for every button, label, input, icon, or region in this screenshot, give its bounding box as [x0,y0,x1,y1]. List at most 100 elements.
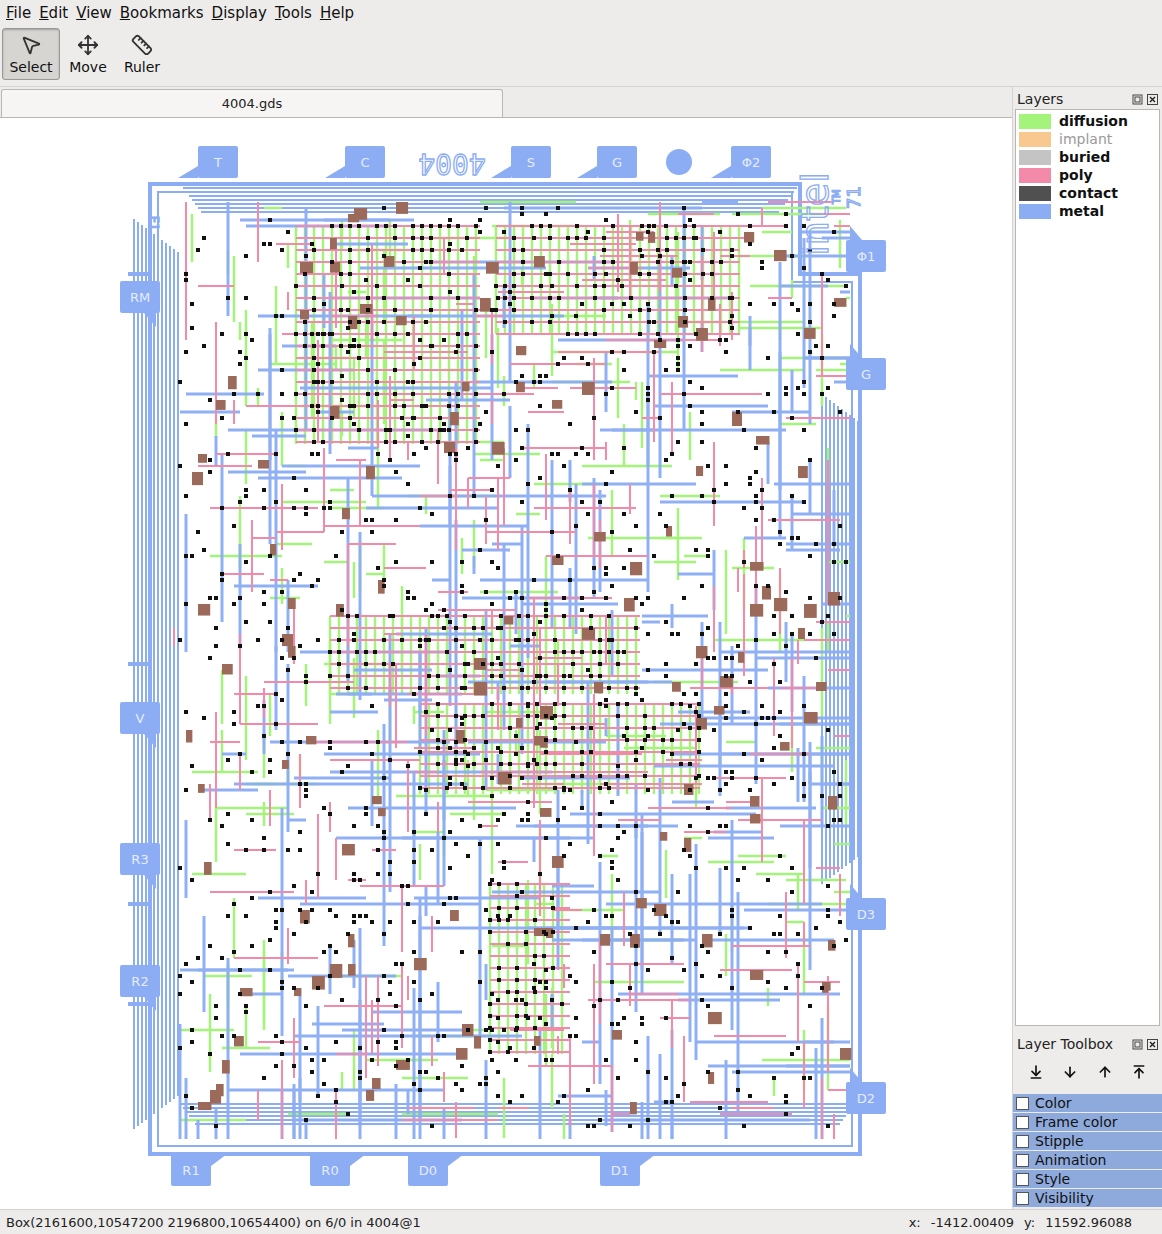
section-checkbox[interactable] [1016,1097,1029,1110]
svg-text:D0: D0 [419,1163,437,1178]
pads: T C S G Φ2 Φ1 G RM V R3 R2 R1 R0 D0 D1 D3 D2 [120,146,886,1186]
menu-item[interactable]: Tools [271,4,316,22]
bond-pad[interactable]: D1 [600,1154,656,1186]
bond-pad[interactable]: D0 [408,1154,464,1186]
bond-pad[interactable]: D3 [846,884,886,930]
bond-pad[interactable]: C [325,146,385,178]
main-column: 4004.gdsTCSGΦ2Φ1GRMVR3R2R1R0D0D1D3D24004… [0,87,1012,1209]
menu-item[interactable]: Edit [35,4,72,22]
bond-pad[interactable]: Φ1 [846,226,886,272]
svg-text:R2: R2 [131,974,148,989]
toolbox-section[interactable]: Stipple [1013,1132,1162,1150]
move-top-icon[interactable] [1131,1064,1147,1080]
toolbox-section[interactable]: Visibility [1013,1189,1162,1207]
bus-lines [134,184,858,1129]
svg-text:S: S [527,155,535,170]
tab[interactable]: 4004.gds [1,89,503,117]
menu-item[interactable]: Bookmarks [116,4,208,22]
svg-text:R0: R0 [321,1163,338,1178]
layer-swatch [1019,132,1051,147]
toolbox-section[interactable]: Color [1013,1094,1162,1112]
chip-layout[interactable]: TCSGΦ2Φ1GRMVR3R2R1R0D0D1D3D24004intelTM7… [0,118,1012,1209]
selection-info: Box(2161600,10547200 2196800,10654400) o… [6,1215,421,1230]
menu-item[interactable]: Help [316,4,358,22]
menu-item[interactable]: View [72,4,116,22]
layer-row[interactable]: contact [1016,184,1159,202]
bond-pad[interactable]: D2 [846,1068,886,1114]
layer-row[interactable]: metal [1016,202,1159,220]
toolbox-section[interactable]: Frame color [1013,1113,1162,1131]
svg-text:71: 71 [843,186,864,209]
section-checkbox[interactable] [1016,1154,1029,1167]
bond-pad[interactable]: S [491,146,551,178]
tab-bar: 4004.gds [0,87,1012,118]
status-bar: Box(2161600,10547200 2196800,10654400) o… [0,1209,1162,1234]
bond-pad[interactable]: R2 [120,965,160,1011]
cursor-position: x:-1412.00409y:11592.96088 [909,1215,1132,1230]
section-checkbox[interactable] [1016,1192,1029,1205]
round-pad [666,149,692,175]
splitter[interactable] [1013,1026,1162,1034]
bond-pad[interactable]: R0 [310,1154,366,1186]
bond-pad[interactable]: V [120,702,160,748]
chip-frame [128,184,860,1154]
tool-button[interactable]: Move [62,28,114,80]
section-checkbox[interactable] [1016,1116,1029,1129]
svg-text:Φ1: Φ1 [857,249,876,264]
toolbox-section[interactable]: Animation [1013,1151,1162,1169]
tool-button[interactable]: Ruler [116,28,168,80]
layer-list: diffusionimplantburiedpolycontactmetal [1015,109,1160,1026]
layer-swatch [1019,168,1051,183]
svg-text:C: C [360,155,369,170]
float-icon[interactable] [1132,1039,1143,1050]
intel-logo: intel [793,172,837,255]
move-up-icon[interactable] [1097,1064,1113,1080]
layer-swatch [1019,150,1051,165]
layer-row[interactable]: poly [1016,166,1159,184]
dock: Layersdiffusionimplantburiedpolycontactm… [1012,87,1162,1209]
select-icon [20,34,42,56]
metal-traces [180,202,850,1139]
layer-row[interactable]: buried [1016,148,1159,166]
section-checkbox[interactable] [1016,1135,1029,1148]
bond-pad[interactable]: G [846,344,886,390]
close-icon[interactable] [1147,1039,1158,1050]
move-down-icon[interactable] [1062,1064,1078,1080]
toolbox-section[interactable]: Style [1013,1170,1162,1188]
svg-text:G: G [861,367,871,382]
poly-traces [174,202,850,1139]
bond-pad[interactable]: RM [120,281,160,327]
layers-header: Layers [1013,89,1162,109]
move-bottom-icon[interactable] [1028,1064,1044,1080]
svg-text:D3: D3 [857,907,875,922]
chip-markings: 4004intelTM71F1 [147,147,864,256]
svg-text:R1: R1 [182,1163,199,1178]
close-icon[interactable] [1147,94,1158,105]
svg-text:T: T [213,155,222,170]
layer-swatch [1019,204,1051,219]
diffusion-shapes [180,202,850,1139]
menu-bar: FileEditViewBookmarksDisplayToolsHelp [0,0,1162,26]
transistors [186,202,851,1114]
layout-canvas[interactable]: TCSGΦ2Φ1GRMVR3R2R1R0D0D1D3D24004intelTM7… [0,118,1012,1209]
float-icon[interactable] [1132,94,1143,105]
layer-row[interactable]: diffusion [1016,112,1159,130]
svg-text:G: G [612,155,622,170]
layer-row[interactable]: implant [1016,130,1159,148]
bond-pad[interactable]: T [178,146,238,178]
bond-pad[interactable]: R3 [120,843,160,889]
app-window: FileEditViewBookmarksDisplayToolsHelpSel… [0,0,1162,1234]
toolbox-header: Layer Toolbox [1013,1034,1162,1054]
layer-swatch [1019,114,1051,129]
tool-button[interactable]: Select [2,28,60,80]
body: 4004.gdsTCSGΦ2Φ1GRMVR3R2R1R0D0D1D3D24004… [0,87,1162,1209]
bond-pad[interactable]: G [577,146,637,178]
svg-text:R3: R3 [131,852,148,867]
menu-item[interactable]: Display [208,4,271,22]
menu-item[interactable]: File [2,4,35,22]
toolbar: SelectMoveRuler [0,26,1162,87]
bond-pad[interactable]: Φ2 [711,146,771,178]
section-checkbox[interactable] [1016,1173,1029,1186]
bond-pad[interactable]: R1 [171,1154,227,1186]
ruler-icon [131,34,153,56]
